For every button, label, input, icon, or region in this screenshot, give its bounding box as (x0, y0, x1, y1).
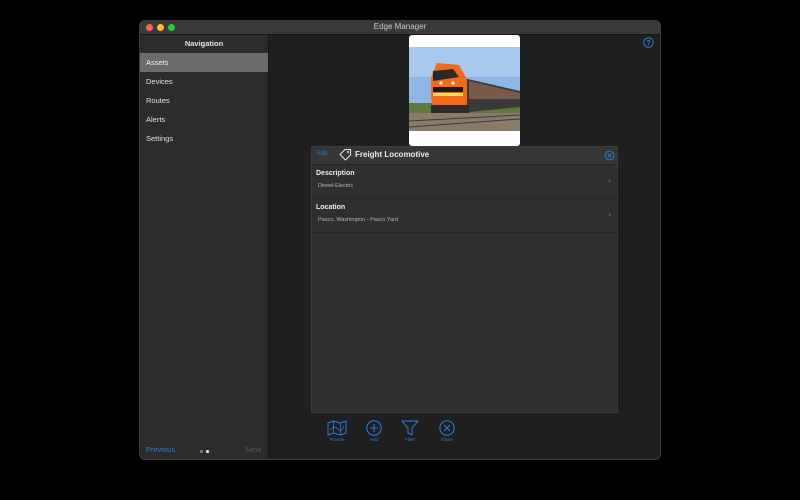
locomotive-image (409, 47, 520, 131)
close-button-label: Close (441, 437, 453, 442)
description-value: Diesel-Electric (318, 183, 354, 189)
svg-text:?: ? (646, 40, 650, 47)
routes-button[interactable]: Routes (322, 420, 352, 448)
sidebar-item-devices[interactable]: Devices (140, 72, 268, 91)
sidebar: Navigation Assets Devices Routes Alerts … (140, 35, 269, 459)
location-value: Pasco, Washington - Pasco Yard (318, 217, 398, 223)
page-dot-1[interactable] (200, 450, 203, 453)
edit-button[interactable]: Edit (317, 151, 327, 157)
location-row[interactable]: Location Pasco, Washington - Pasco Yard … (312, 199, 617, 233)
title-bar: Edge Manager (140, 21, 660, 35)
asset-title: Freight Locomotive (355, 150, 430, 159)
bottom-toolbar: Routes Add Filter Close (322, 420, 462, 448)
main-content: ? Edit Freight Locomotive Description Di… (269, 35, 660, 459)
add-button[interactable]: Add (359, 420, 389, 448)
sidebar-header: Navigation (184, 39, 224, 48)
add-button-label: Add (369, 437, 378, 442)
close-circle-icon (439, 420, 455, 436)
filter-button[interactable]: Filter (395, 420, 425, 448)
description-label: Description (316, 170, 355, 177)
app-window: Edge Manager Navigation Assets Devices R… (140, 21, 660, 459)
sidebar-footer: Previous Next (140, 439, 268, 459)
description-row[interactable]: Description Diesel-Electric › (312, 165, 617, 199)
window-title: Edge Manager (373, 22, 427, 31)
asset-photo (409, 35, 520, 146)
close-button[interactable]: Close (432, 420, 462, 448)
tag-icon (339, 148, 352, 161)
map-icon (327, 420, 347, 436)
sidebar-item-alerts[interactable]: Alerts (140, 110, 268, 129)
previous-button[interactable]: Previous (146, 445, 175, 454)
plus-circle-icon (366, 420, 382, 436)
filter-icon (401, 420, 419, 436)
page-dot-2[interactable] (206, 450, 209, 453)
sidebar-item-assets[interactable]: Assets (140, 53, 268, 72)
help-icon[interactable]: ? (643, 37, 654, 48)
location-label: Location (316, 204, 346, 211)
chevron-right-icon: › (608, 209, 611, 219)
panel-close-icon[interactable] (604, 150, 615, 161)
sidebar-item-settings[interactable]: Settings (140, 129, 268, 148)
panel-header: Edit Freight Locomotive (312, 147, 617, 165)
filter-button-label: Filter (405, 437, 415, 442)
next-button[interactable]: Next (246, 445, 261, 454)
chevron-right-icon: › (608, 175, 611, 185)
routes-button-label: Routes (329, 437, 345, 442)
sidebar-item-routes[interactable]: Routes (140, 91, 268, 110)
asset-detail-panel: Edit Freight Locomotive Description Dies… (311, 146, 618, 413)
